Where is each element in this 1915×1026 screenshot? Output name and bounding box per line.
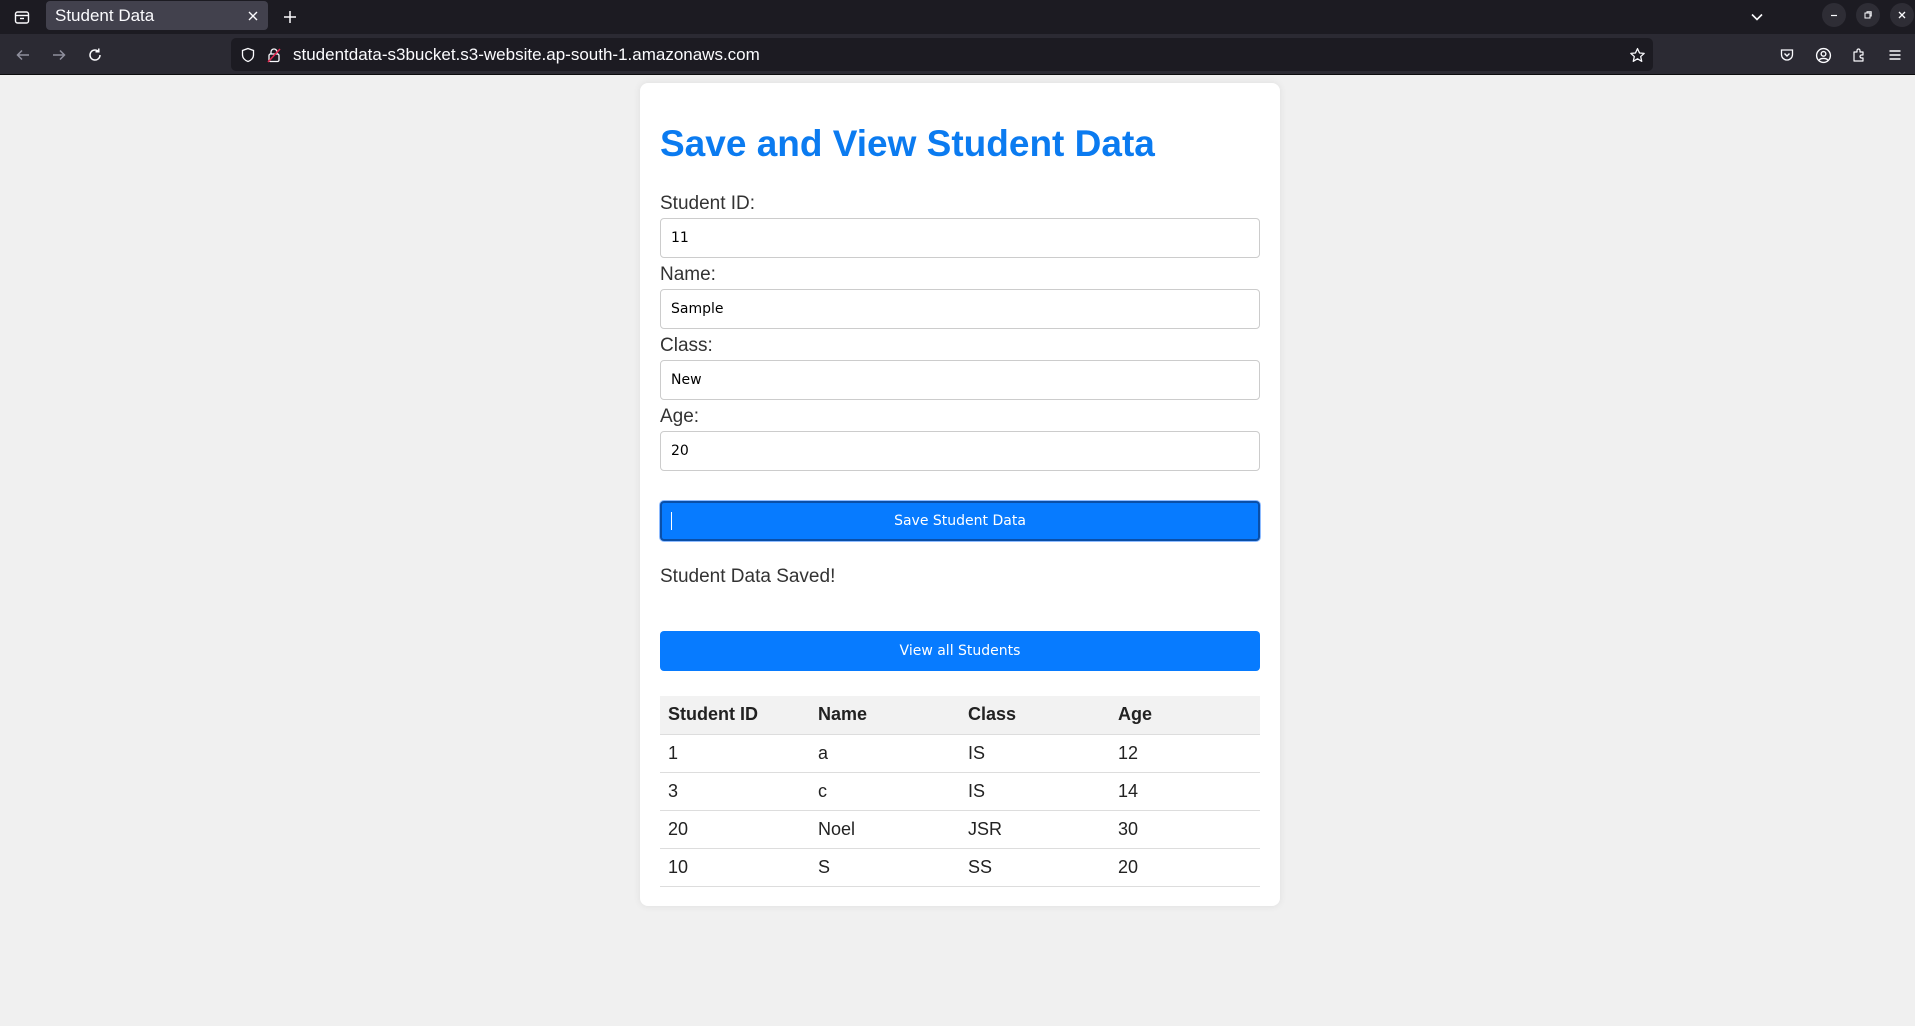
student-id-input[interactable]: 11 xyxy=(660,218,1260,258)
forward-icon[interactable] xyxy=(43,39,75,71)
save-student-button[interactable]: Save Student Data xyxy=(660,501,1260,541)
browser-nav-bar: studentdata-s3bucket.s3-website.ap-south… xyxy=(0,34,1915,75)
reload-icon[interactable] xyxy=(79,39,111,71)
new-tab-icon[interactable] xyxy=(276,3,304,31)
class-label: Class: xyxy=(660,335,713,356)
shield-icon[interactable] xyxy=(237,44,259,66)
name-label: Name: xyxy=(660,264,716,285)
cell-age: 30 xyxy=(1110,810,1260,849)
column-header-student-id: Student ID xyxy=(660,696,810,735)
page-title: Save and View Student Data xyxy=(660,123,1155,164)
browser-tab-active[interactable]: Student Data xyxy=(46,1,268,30)
insecure-lock-icon[interactable] xyxy=(263,44,285,66)
back-icon[interactable] xyxy=(7,39,39,71)
cell-student-id: 10 xyxy=(660,848,810,887)
focus-caret xyxy=(671,512,672,530)
list-all-tabs-icon[interactable] xyxy=(1743,3,1771,31)
table-row: 10 S SS 20 xyxy=(660,848,1260,887)
cell-age: 12 xyxy=(1110,734,1260,773)
column-header-name: Name xyxy=(810,696,960,735)
class-input[interactable]: New xyxy=(660,360,1260,400)
account-icon[interactable] xyxy=(1807,39,1839,71)
cell-name: a xyxy=(810,734,960,773)
column-header-class: Class xyxy=(960,696,1110,735)
tab-list-icon[interactable] xyxy=(8,3,36,31)
restore-icon[interactable] xyxy=(1856,3,1880,27)
cell-class: JSR xyxy=(960,810,1110,849)
cell-class: IS xyxy=(960,734,1110,773)
column-header-age: Age xyxy=(1110,696,1260,735)
pocket-icon[interactable] xyxy=(1771,39,1803,71)
table-row: 3 c IS 14 xyxy=(660,772,1260,811)
name-input[interactable]: Sample xyxy=(660,289,1260,329)
cell-student-id: 1 xyxy=(660,734,810,773)
close-window-icon[interactable] xyxy=(1890,3,1914,27)
cell-name: S xyxy=(810,848,960,887)
cell-name: c xyxy=(810,772,960,811)
minimize-icon[interactable] xyxy=(1822,3,1846,27)
bookmark-star-icon[interactable] xyxy=(1626,44,1648,66)
status-message: Student Data Saved! xyxy=(660,566,836,587)
tab-title: Student Data xyxy=(55,5,155,25)
table-row: 1 a IS 12 xyxy=(660,734,1260,773)
cell-student-id: 3 xyxy=(660,772,810,811)
view-all-students-button-label: View all Students xyxy=(899,643,1021,659)
url-text[interactable]: studentdata-s3bucket.s3-website.ap-south… xyxy=(293,38,760,71)
table-header-row: Student ID Name Class Age xyxy=(660,696,1260,735)
student-form-card: Save and View Student Data Student ID: 1… xyxy=(640,83,1280,906)
cell-age: 14 xyxy=(1110,772,1260,811)
menu-icon[interactable] xyxy=(1879,39,1911,71)
address-bar[interactable]: studentdata-s3bucket.s3-website.ap-south… xyxy=(231,38,1653,71)
save-student-button-label: Save Student Data xyxy=(894,513,1026,529)
view-all-students-button[interactable]: View all Students xyxy=(660,631,1260,671)
table-row: 20 Noel JSR 30 xyxy=(660,810,1260,849)
extensions-icon[interactable] xyxy=(1843,39,1875,71)
cell-student-id: 20 xyxy=(660,810,810,849)
age-label: Age: xyxy=(660,406,700,427)
cell-name: Noel xyxy=(810,810,960,849)
students-table: Student ID Name Class Age 1 a IS 12 3 c … xyxy=(660,696,1260,887)
student-id-label: Student ID: xyxy=(660,193,756,214)
cell-age: 20 xyxy=(1110,848,1260,887)
browser-tab-bar: Student Data xyxy=(0,0,1915,34)
age-input[interactable]: 20 xyxy=(660,431,1260,471)
cell-class: IS xyxy=(960,772,1110,811)
cell-class: SS xyxy=(960,848,1110,887)
tab-close-icon[interactable] xyxy=(240,3,266,29)
